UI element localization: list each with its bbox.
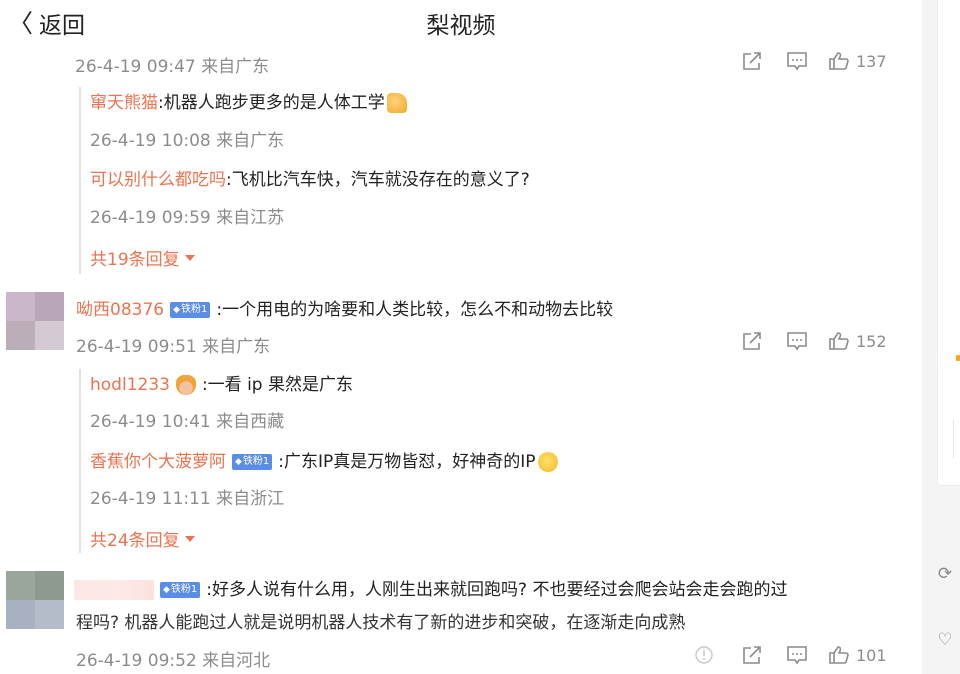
top-bar: 〈 返回 梨视频: [0, 0, 922, 50]
page-title: 梨视频: [426, 13, 496, 39]
reply-thread-line: [79, 87, 81, 274]
forward-icon: [743, 52, 761, 70]
like-icon: [829, 52, 849, 70]
forward-icon: [743, 646, 761, 664]
more-replies-link[interactable]: 共24条回复: [90, 526, 195, 551]
like-count: 101: [856, 645, 887, 665]
fan-badge: ◆ 铁粉1: [160, 582, 201, 598]
comment-text: :好多人说有什么用，人刚生出来就回跑吗? 不也要经过会爬会站会走会跑的过: [206, 580, 788, 600]
comment-text-continued: 程吗? 机器人能跑过人就是说明机器人技术有了新的进步和突破，在逐渐走向成熟: [76, 613, 686, 633]
like-icon: [829, 332, 849, 350]
avatar[interactable]: [6, 571, 64, 629]
laughing-emoji-icon: [537, 452, 558, 472]
report-icon: [695, 646, 713, 664]
like-button[interactable]: 152: [828, 331, 887, 351]
forward-icon: [743, 332, 761, 350]
comment-time: 26-4-19 09:52 来自河北: [76, 651, 271, 671]
comment-actions: 152: [736, 331, 887, 351]
reply: 可以别什么都吃吗 :飞机比汽车快，汽车就没存在的意义了?: [90, 168, 530, 192]
forward-button[interactable]: [736, 645, 768, 665]
comment-icon: [787, 332, 807, 351]
caret-down-icon: [184, 254, 195, 261]
heart-icon[interactable]: ♡: [934, 629, 956, 651]
sidebar-card-edge: [953, 420, 960, 458]
crown-avatar-icon: [175, 375, 196, 395]
fan-badge-label: 铁粉1: [242, 456, 270, 467]
comment-icon: [787, 52, 807, 71]
comment-button[interactable]: [781, 645, 813, 665]
reply: hodl1233 :一看 ip 果然是广东: [90, 373, 353, 397]
comment-button[interactable]: [781, 51, 813, 71]
reply-text: :一看 ip 果然是广东: [201, 375, 354, 395]
reply-text: :机器人跑步更多的是人体工学: [158, 93, 385, 113]
reply-time: 26-4-19 09:59 来自江苏: [90, 208, 285, 228]
like-count: 137: [856, 51, 887, 71]
comment-button[interactable]: [781, 331, 813, 351]
reply: 香蕉你个大菠萝阿 ◆ 铁粉1 :广东IP真是万物皆怼，好神奇的IP: [90, 450, 558, 474]
reply-author[interactable]: hodl1233: [90, 373, 170, 397]
fan-badge-label: 铁粉1: [170, 584, 198, 595]
reply-author[interactable]: 窜天熊猫: [90, 91, 158, 115]
comment-header: ◆ 铁粉1 :好多人说有什么用，人刚生出来就回跑吗? 不也要经过会爬会站会走会跑的…: [154, 578, 787, 602]
reply-time: 26-4-19 11:11 来自浙江: [90, 489, 285, 509]
like-count: 152: [856, 331, 887, 351]
thumbs-up-emoji-icon: [386, 93, 407, 113]
reply-thread-line: [79, 369, 81, 553]
reply-text: :广东IP真是万物皆怼，好神奇的IP: [278, 452, 536, 472]
refresh-icon[interactable]: ⟳: [934, 563, 956, 585]
comment-icon: [787, 646, 807, 665]
more-replies-label: 共19条回复: [90, 250, 180, 270]
fan-badge: ◆ 铁粉1: [232, 454, 273, 470]
fan-badge-label: 铁粉1: [181, 304, 208, 315]
comment-time: 26-4-19 09:51 来自广东: [76, 337, 271, 357]
forward-button[interactable]: [736, 331, 768, 351]
diamond-icon: ◆: [173, 305, 181, 315]
app-window: 〈 返回 梨视频 26-4-19 09:47 来自广东 137 窜天熊猫:机器…: [0, 0, 960, 674]
sidebar-card: [937, 0, 960, 486]
reply: 窜天熊猫 :机器人跑步更多的是人体工学: [90, 91, 407, 115]
comment-text: :一个用电的为啥要和人类比较，怎么不和动物去比较: [216, 300, 614, 320]
sidebar-accent-mark: [956, 355, 960, 361]
like-button[interactable]: 137: [828, 51, 887, 71]
reply-time: 26-4-19 10:08 来自广东: [90, 131, 285, 151]
reply-author[interactable]: 香蕉你个大菠萝阿: [90, 450, 226, 474]
comment-header: 呦西08376 ◆ 铁粉1 :一个用电的为啥要和人类比较，怎么不和动物去比较: [76, 298, 613, 322]
diamond-icon: ◆: [235, 457, 242, 467]
comment-actions: 137: [736, 51, 887, 71]
reply-text: :飞机比汽车快，汽车就没存在的意义了?: [226, 170, 530, 190]
like-icon: [829, 646, 849, 664]
fan-badge: ◆ 铁粉1: [170, 302, 211, 318]
comment-panel: 〈 返回 梨视频 26-4-19 09:47 来自广东 137 窜天熊猫:机器…: [0, 0, 922, 674]
comment-actions: 101: [690, 645, 887, 665]
comment-time: 26-4-19 09:47 来自广东: [75, 57, 270, 77]
reply-author[interactable]: 可以别什么都吃吗: [90, 168, 226, 192]
forward-button[interactable]: [736, 51, 768, 71]
like-button[interactable]: 101: [828, 645, 887, 665]
more-replies-label: 共24条回复: [90, 531, 180, 551]
report-button[interactable]: [690, 645, 718, 665]
reply-time: 26-4-19 10:41 来自西藏: [90, 412, 285, 432]
comment-author-redacted[interactable]: [74, 580, 154, 600]
diamond-icon: ◆: [163, 585, 170, 595]
comment-author[interactable]: 呦西08376: [76, 298, 164, 322]
avatar[interactable]: [6, 292, 64, 350]
caret-down-icon: [184, 535, 195, 542]
more-replies-link[interactable]: 共19条回复: [90, 245, 195, 270]
